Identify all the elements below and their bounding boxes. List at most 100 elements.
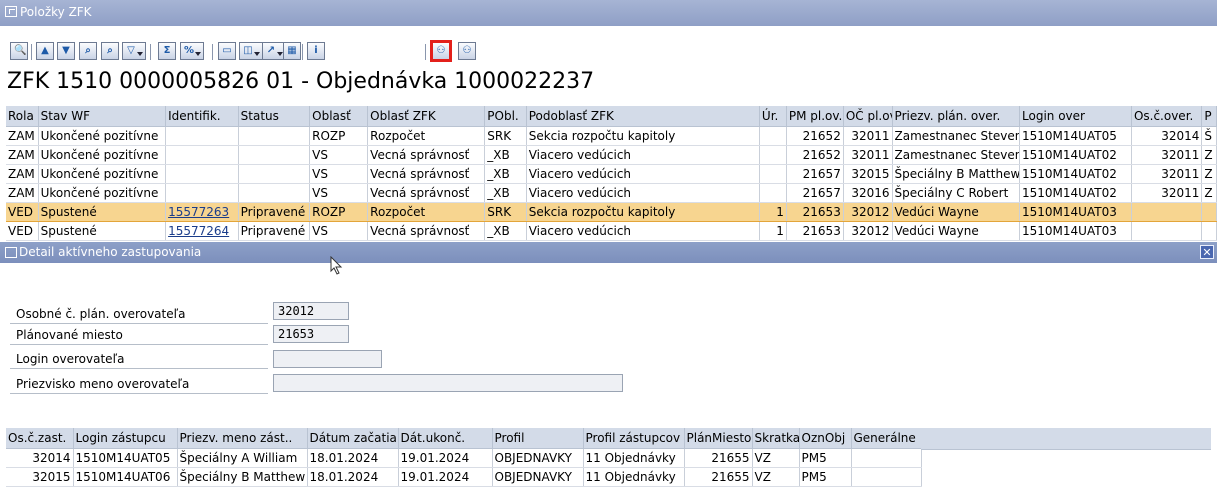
dialog-icon (5, 247, 17, 258)
substitutes-row[interactable]: 32015 1510M14UAT06 Špeciálny B Matthew 18.0… (6, 467, 922, 487)
substitutes-cell: 19.01.2024 (398, 448, 493, 468)
sum-icon[interactable]: Σ (158, 42, 176, 60)
items-cell: Spustené (38, 202, 167, 222)
info-icon[interactable]: i (307, 42, 325, 60)
items-row[interactable]: ZAM Ukončené pozitívne VS Vecná správnosť _X… (6, 164, 1217, 184)
substitutes-column-header[interactable]: Os.č.zast. (6, 428, 74, 449)
substitutes-column-header[interactable]: Profil (492, 428, 584, 449)
layout-grid-icon[interactable]: ▦ (283, 42, 301, 60)
items-column-header[interactable]: Priezv. plán. over. (892, 106, 1021, 127)
substitutes-column-header[interactable]: Skratka (752, 428, 800, 449)
find-next-icon[interactable]: ⌕ (101, 42, 119, 60)
surname-field[interactable] (273, 374, 623, 392)
items-column-header[interactable]: Login over (1019, 106, 1132, 127)
substitutes-cell: 11 Objednávky (583, 467, 685, 487)
substitutes-column-header[interactable]: Dát.ukonč. (398, 428, 493, 449)
view-icon[interactable]: ◫ (239, 42, 263, 60)
details-icon[interactable]: 🔍 (10, 42, 28, 60)
items-cell (165, 126, 239, 146)
substitutes-cell: 32015 (6, 467, 74, 487)
items-cell (238, 164, 311, 184)
substitutes-column-header[interactable]: Priezv. meno zást.. (177, 428, 308, 449)
items-cell: Zamestnanec Steven (892, 126, 1021, 146)
planned-place-field[interactable]: 21653 (273, 325, 349, 343)
substitutes-column-header[interactable]: PlánMiesto (684, 428, 753, 449)
items-column-header[interactable]: Stav WF (38, 106, 167, 127)
items-row[interactable]: ZAM Ukončené pozitívne VS Vecná správnosť _X… (6, 145, 1217, 165)
items-column-header[interactable]: Podoblasť ZFK (526, 106, 760, 127)
substitutes-cell (851, 467, 922, 487)
substitutes-row[interactable]: 32014 1510M14UAT05 Špeciálny A William 18.0… (6, 448, 922, 468)
field-label-login: Login overovateľa (10, 350, 268, 369)
subtotal-icon[interactable]: % (180, 42, 204, 60)
items-row[interactable]: VED Spustené 15577263 Pripravené ROZP Rozpoče… (6, 202, 1217, 222)
print-icon[interactable]: ▭ (218, 42, 236, 60)
substitutes-cell: Špeciálny A William (177, 448, 308, 468)
items-cell: Sekcia rozpočtu kapitoly (526, 126, 760, 146)
substitutes-column-header[interactable]: OznObj (799, 428, 852, 449)
substitutes-cell: 11 Objednávky (583, 448, 685, 468)
items-cell: 21653 (786, 202, 844, 222)
items-column-header[interactable]: PM pl.ov. (786, 106, 844, 127)
item-id-link[interactable]: 15577264 (168, 224, 229, 238)
items-column-header[interactable]: Oblasť (309, 106, 369, 127)
window-title: Položky ZFK (20, 5, 92, 19)
items-cell (165, 183, 239, 203)
window-icon (5, 6, 17, 17)
item-id-link[interactable]: 15577263 (168, 205, 229, 219)
substitutes-column-header[interactable]: Dátum začatia (307, 428, 399, 449)
items-cell: 21652 (786, 126, 844, 146)
items-row[interactable]: ZAM Ukončené pozitívne ROZP Rozpočet SRK Sekc… (6, 126, 1217, 146)
items-cell: Š (1201, 126, 1217, 146)
items-column-header[interactable]: Status (238, 106, 311, 127)
substitutes-column-header[interactable]: Profil zástupcov (583, 428, 685, 449)
field-label-planned-place: Plánované miesto (10, 326, 268, 345)
items-cell: ZAM (6, 164, 39, 184)
items-cell: 1510M14UAT02 (1019, 164, 1132, 184)
items-cell: Viacero vedúcich (526, 164, 760, 184)
items-column-header[interactable]: P (1201, 106, 1217, 127)
items-row[interactable]: VED Spustené 15577264 Pripravené VS Vecná spr… (6, 221, 1217, 241)
toolbar-separator (302, 44, 303, 60)
items-cell: 32015 (843, 164, 893, 184)
window-title-bar: Položky ZFK (0, 0, 1217, 26)
items-cell (1201, 202, 1217, 222)
items-column-header[interactable]: Úr. (759, 106, 787, 127)
items-cell (238, 183, 311, 203)
items-cell: 32011 (843, 145, 893, 165)
items-column-header[interactable]: Oblasť ZFK (367, 106, 486, 127)
items-cell: 32012 (843, 221, 893, 241)
items-cell: _XB (484, 164, 527, 184)
items-column-header[interactable]: Rola (6, 106, 39, 127)
items-column-header[interactable]: Os.č.over. (1131, 106, 1203, 127)
sort-ascending-icon[interactable]: ▲ (36, 42, 54, 60)
login-field[interactable] (273, 350, 382, 368)
items-cell: Vecná správnosť (367, 221, 486, 241)
items-cell: 1 (759, 221, 787, 241)
items-cell: ROZP (309, 202, 369, 222)
close-icon[interactable]: ✕ (1200, 245, 1214, 259)
items-cell: 21657 (786, 164, 844, 184)
sort-descending-icon[interactable]: ▼ (57, 42, 75, 60)
substitutes-column-header[interactable]: Generálne (851, 428, 922, 449)
items-column-header[interactable]: PObl. (484, 106, 527, 127)
items-column-header[interactable]: Identifik. (165, 106, 239, 127)
items-cell: ZAM (6, 183, 39, 203)
items-column-header[interactable]: OČ pl.ov. (843, 106, 893, 127)
substitutes-column-header[interactable]: Login zástupcu (73, 428, 178, 449)
find-icon[interactable]: ⌕ (79, 42, 97, 60)
overovatel-number-field[interactable]: 32012 (273, 302, 349, 320)
items-cell (759, 126, 787, 146)
items-cell: VS (309, 164, 369, 184)
items-row[interactable]: ZAM Ukončené pozitívne VS Vecná správnosť _X… (6, 183, 1217, 203)
items-cell: Ukončené pozitívne (38, 183, 167, 203)
items-cell: Rozpočet (367, 126, 486, 146)
items-cell: 32012 (843, 202, 893, 222)
items-cell: 1510M14UAT02 (1019, 145, 1132, 165)
substitute-detail-icon[interactable]: ⚇ (430, 40, 452, 62)
items-cell (759, 145, 787, 165)
toolbar-separator (212, 44, 213, 60)
filter-icon[interactable]: ▽ (122, 42, 146, 60)
user-assign-icon[interactable]: ⚇ (458, 42, 476, 60)
items-cell: Viacero vedúcich (526, 221, 760, 241)
